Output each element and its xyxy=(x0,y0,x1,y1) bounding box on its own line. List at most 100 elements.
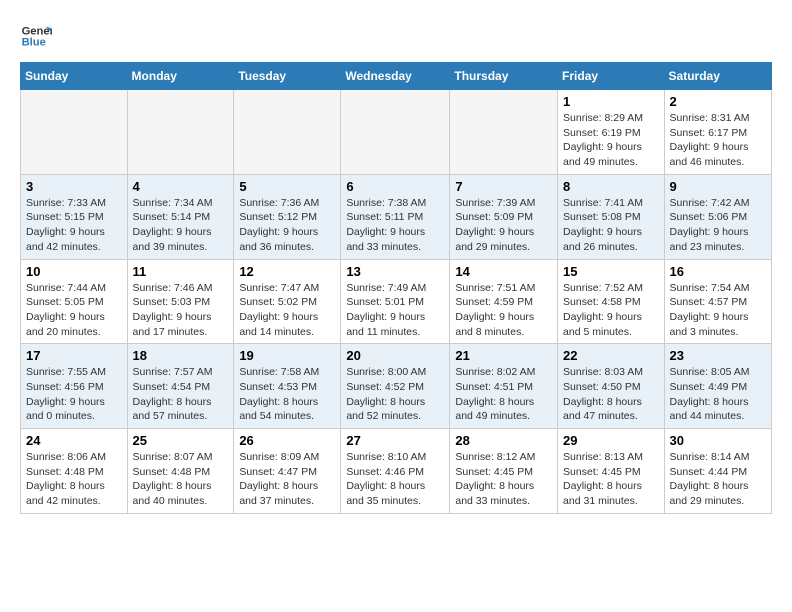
day-number: 17 xyxy=(26,348,122,363)
calendar-cell: 23 Sunrise: 8:05 AMSunset: 4:49 PMDayligh… xyxy=(664,344,771,429)
weekday-header-row: SundayMondayTuesdayWednesdayThursdayFrid… xyxy=(21,63,772,90)
day-info: Sunrise: 8:00 AMSunset: 4:52 PMDaylight:… xyxy=(346,365,444,424)
svg-text:Blue: Blue xyxy=(22,37,46,49)
day-info: Sunrise: 7:51 AMSunset: 4:59 PMDaylight:… xyxy=(455,281,552,340)
calendar-cell: 10 Sunrise: 7:44 AMSunset: 5:05 PMDayligh… xyxy=(21,259,128,344)
day-number: 18 xyxy=(133,348,229,363)
calendar-cell: 28Sunrise: 8:12 AMSunset: 4:45 PMDayligh… xyxy=(450,429,558,514)
calendar-cell: 15 Sunrise: 7:52 AMSunset: 4:58 PMDayligh… xyxy=(558,259,665,344)
day-info: Sunrise: 7:36 AMSunset: 5:12 PMDaylight:… xyxy=(239,196,335,255)
day-number: 11 xyxy=(133,264,229,279)
day-number: 4 xyxy=(133,179,229,194)
calendar-cell: 13 Sunrise: 7:49 AMSunset: 5:01 PMDayligh… xyxy=(341,259,450,344)
calendar-cell: 22 Sunrise: 8:03 AMSunset: 4:50 PMDayligh… xyxy=(558,344,665,429)
day-number: 7 xyxy=(455,179,552,194)
calendar-cell: 30 Sunrise: 8:14 AMSunset: 4:44 PMDayligh… xyxy=(664,429,771,514)
day-number: 9 xyxy=(670,179,766,194)
day-info: Sunrise: 7:44 AMSunset: 5:05 PMDaylight:… xyxy=(26,281,122,340)
weekday-header-monday: Monday xyxy=(127,63,234,90)
calendar-cell: 5 Sunrise: 7:36 AMSunset: 5:12 PMDaylight… xyxy=(234,174,341,259)
weekday-header-tuesday: Tuesday xyxy=(234,63,341,90)
logo-icon: General Blue xyxy=(20,20,52,52)
day-number: 12 xyxy=(239,264,335,279)
day-number: 25 xyxy=(133,433,229,448)
calendar-cell: 19 Sunrise: 7:58 AMSunset: 4:53 PMDayligh… xyxy=(234,344,341,429)
day-info: Sunrise: 7:54 AMSunset: 4:57 PMDaylight:… xyxy=(670,281,766,340)
day-number: 10 xyxy=(26,264,122,279)
day-info: Sunrise: 7:47 AMSunset: 5:02 PMDaylight:… xyxy=(239,281,335,340)
calendar-cell xyxy=(450,90,558,175)
calendar-cell: 17 Sunrise: 7:55 AMSunset: 4:56 PMDayligh… xyxy=(21,344,128,429)
day-number: 5 xyxy=(239,179,335,194)
day-number: 1 xyxy=(563,94,659,109)
day-info: Sunrise: 7:34 AMSunset: 5:14 PMDaylight:… xyxy=(133,196,229,255)
calendar-week-row: 17 Sunrise: 7:55 AMSunset: 4:56 PMDayligh… xyxy=(21,344,772,429)
day-info: Sunrise: 8:14 AMSunset: 4:44 PMDaylight:… xyxy=(670,450,766,509)
calendar-cell: 3 Sunrise: 7:33 AMSunset: 5:15 PMDaylight… xyxy=(21,174,128,259)
weekday-header-wednesday: Wednesday xyxy=(341,63,450,90)
day-number: 14 xyxy=(455,264,552,279)
calendar-cell: 25Sunrise: 8:07 AMSunset: 4:48 PMDayligh… xyxy=(127,429,234,514)
calendar-cell: 6 Sunrise: 7:38 AMSunset: 5:11 PMDaylight… xyxy=(341,174,450,259)
day-info: Sunrise: 7:52 AMSunset: 4:58 PMDaylight:… xyxy=(563,281,659,340)
weekday-header-sunday: Sunday xyxy=(21,63,128,90)
calendar-cell xyxy=(21,90,128,175)
day-info: Sunrise: 7:55 AMSunset: 4:56 PMDaylight:… xyxy=(26,365,122,424)
day-info: Sunrise: 8:10 AMSunset: 4:46 PMDaylight:… xyxy=(346,450,444,509)
calendar-week-row: 24 Sunrise: 8:06 AMSunset: 4:48 PMDayligh… xyxy=(21,429,772,514)
page-header: General Blue xyxy=(20,20,772,52)
day-info: Sunrise: 8:31 AMSunset: 6:17 PMDaylight:… xyxy=(670,111,766,170)
day-info: Sunrise: 7:58 AMSunset: 4:53 PMDaylight:… xyxy=(239,365,335,424)
day-number: 3 xyxy=(26,179,122,194)
day-number: 26 xyxy=(239,433,335,448)
day-number: 15 xyxy=(563,264,659,279)
weekday-header-friday: Friday xyxy=(558,63,665,90)
calendar-cell: 20Sunrise: 8:00 AMSunset: 4:52 PMDayligh… xyxy=(341,344,450,429)
day-number: 22 xyxy=(563,348,659,363)
day-info: Sunrise: 8:06 AMSunset: 4:48 PMDaylight:… xyxy=(26,450,122,509)
calendar-cell xyxy=(127,90,234,175)
day-number: 8 xyxy=(563,179,659,194)
calendar-cell: 29 Sunrise: 8:13 AMSunset: 4:45 PMDayligh… xyxy=(558,429,665,514)
calendar-cell: 7 Sunrise: 7:39 AMSunset: 5:09 PMDaylight… xyxy=(450,174,558,259)
calendar-table: SundayMondayTuesdayWednesdayThursdayFrid… xyxy=(20,62,772,514)
weekday-header-saturday: Saturday xyxy=(664,63,771,90)
day-number: 6 xyxy=(346,179,444,194)
day-number: 19 xyxy=(239,348,335,363)
day-number: 2 xyxy=(670,94,766,109)
calendar-cell: 16 Sunrise: 7:54 AMSunset: 4:57 PMDayligh… xyxy=(664,259,771,344)
day-number: 24 xyxy=(26,433,122,448)
calendar-cell: 27Sunrise: 8:10 AMSunset: 4:46 PMDayligh… xyxy=(341,429,450,514)
day-number: 30 xyxy=(670,433,766,448)
calendar-cell: 4 Sunrise: 7:34 AMSunset: 5:14 PMDaylight… xyxy=(127,174,234,259)
day-info: Sunrise: 7:41 AMSunset: 5:08 PMDaylight:… xyxy=(563,196,659,255)
calendar-cell: 21Sunrise: 8:02 AMSunset: 4:51 PMDayligh… xyxy=(450,344,558,429)
day-info: Sunrise: 8:12 AMSunset: 4:45 PMDaylight:… xyxy=(455,450,552,509)
calendar-cell: 24 Sunrise: 8:06 AMSunset: 4:48 PMDayligh… xyxy=(21,429,128,514)
day-info: Sunrise: 8:13 AMSunset: 4:45 PMDaylight:… xyxy=(563,450,659,509)
calendar-week-row: 1 Sunrise: 8:29 AMSunset: 6:19 PMDaylight… xyxy=(21,90,772,175)
day-info: Sunrise: 7:33 AMSunset: 5:15 PMDaylight:… xyxy=(26,196,122,255)
calendar-cell: 11 Sunrise: 7:46 AMSunset: 5:03 PMDayligh… xyxy=(127,259,234,344)
calendar-cell: 8 Sunrise: 7:41 AMSunset: 5:08 PMDaylight… xyxy=(558,174,665,259)
day-number: 16 xyxy=(670,264,766,279)
day-info: Sunrise: 8:03 AMSunset: 4:50 PMDaylight:… xyxy=(563,365,659,424)
day-info: Sunrise: 8:02 AMSunset: 4:51 PMDaylight:… xyxy=(455,365,552,424)
day-info: Sunrise: 7:38 AMSunset: 5:11 PMDaylight:… xyxy=(346,196,444,255)
logo: General Blue xyxy=(20,20,56,52)
day-info: Sunrise: 7:57 AMSunset: 4:54 PMDaylight:… xyxy=(133,365,229,424)
weekday-header-thursday: Thursday xyxy=(450,63,558,90)
calendar-cell: 26 Sunrise: 8:09 AMSunset: 4:47 PMDayligh… xyxy=(234,429,341,514)
calendar-cell: 12 Sunrise: 7:47 AMSunset: 5:02 PMDayligh… xyxy=(234,259,341,344)
day-number: 13 xyxy=(346,264,444,279)
day-info: Sunrise: 7:42 AMSunset: 5:06 PMDaylight:… xyxy=(670,196,766,255)
day-number: 29 xyxy=(563,433,659,448)
day-info: Sunrise: 7:49 AMSunset: 5:01 PMDaylight:… xyxy=(346,281,444,340)
day-info: Sunrise: 7:39 AMSunset: 5:09 PMDaylight:… xyxy=(455,196,552,255)
day-info: Sunrise: 7:46 AMSunset: 5:03 PMDaylight:… xyxy=(133,281,229,340)
calendar-cell: 9 Sunrise: 7:42 AMSunset: 5:06 PMDaylight… xyxy=(664,174,771,259)
day-info: Sunrise: 8:09 AMSunset: 4:47 PMDaylight:… xyxy=(239,450,335,509)
day-info: Sunrise: 8:29 AMSunset: 6:19 PMDaylight:… xyxy=(563,111,659,170)
day-number: 23 xyxy=(670,348,766,363)
day-info: Sunrise: 8:05 AMSunset: 4:49 PMDaylight:… xyxy=(670,365,766,424)
